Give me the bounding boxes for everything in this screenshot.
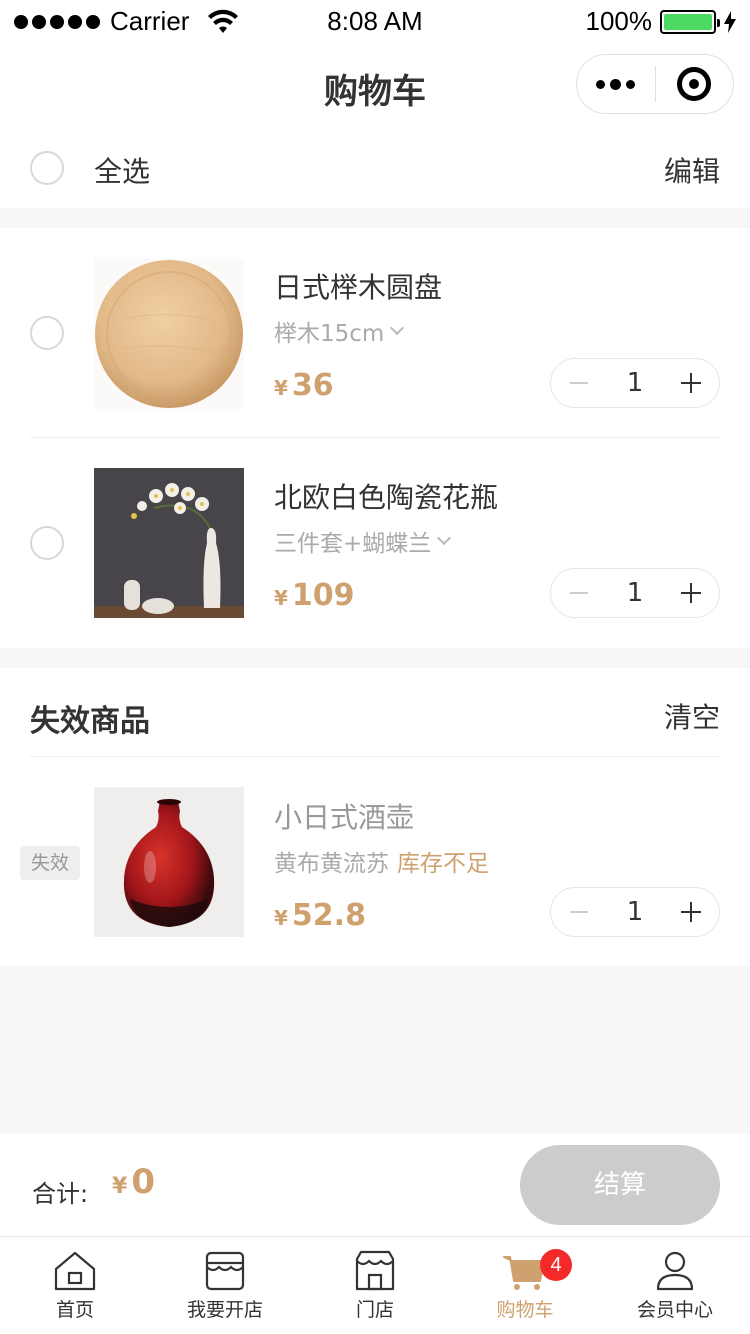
cart-item: 北欧白色陶瓷花瓶 三件套+蝴蝶兰 ¥109 1: [0, 438, 750, 648]
checkout-button[interactable]: 结算: [520, 1145, 720, 1225]
decrease-button[interactable]: [551, 359, 607, 407]
section-divider: [30, 756, 720, 757]
product-spec-selector[interactable]: 榉木15cm: [274, 314, 405, 348]
product-price: ¥36: [274, 368, 334, 403]
currency-symbol: ¥: [274, 906, 288, 930]
tab-home[interactable]: 首页: [0, 1237, 150, 1334]
status-bar: Carrier 8:08 AM 100%: [0, 0, 750, 44]
item-checkbox[interactable]: [30, 526, 64, 560]
price-value: 109: [291, 578, 355, 613]
checkout-bar: 合计: ¥0 结算: [0, 1134, 750, 1236]
quantity-stepper: 1: [550, 887, 720, 937]
item-checkbox[interactable]: [30, 316, 64, 350]
quantity-value[interactable]: 1: [607, 368, 663, 398]
total-amount: 0: [131, 1162, 155, 1202]
invalid-section-title: 失效商品: [30, 704, 150, 739]
tab-cart[interactable]: 4 购物车: [450, 1237, 600, 1334]
cart-count-badge: 4: [540, 1249, 572, 1281]
product-image-sake-jar[interactable]: [94, 787, 244, 937]
battery-icon: [660, 9, 720, 34]
quantity-stepper: 1: [550, 568, 720, 618]
select-all-bar: 全选 编辑: [0, 128, 750, 208]
product-spec: 三件套+蝴蝶兰: [274, 531, 432, 557]
tab-label: 门店: [355, 1299, 394, 1321]
quantity-value[interactable]: 1: [607, 578, 663, 608]
chevron-down-icon: [437, 530, 452, 546]
edit-button[interactable]: 编辑: [664, 150, 720, 190]
price-value: 36: [291, 368, 334, 403]
product-name[interactable]: 日式榉木圆盘: [274, 266, 442, 306]
increase-button[interactable]: [663, 569, 719, 617]
product-spec: 黄布黄流苏: [274, 851, 389, 877]
total-label: 合计:: [32, 1180, 89, 1208]
product-image-wooden-plate[interactable]: [94, 259, 244, 409]
tab-member[interactable]: 会员中心: [600, 1237, 750, 1334]
tab-bar: 首页 我要开店 门店 4 购物车 会员中心: [0, 1236, 750, 1334]
charging-bolt-icon: [724, 10, 736, 33]
close-mini-program-icon[interactable]: [656, 55, 734, 113]
quantity-value[interactable]: 1: [607, 897, 663, 927]
clear-invalid-button[interactable]: 清空: [664, 696, 720, 736]
product-spec: 榉木15cm: [274, 321, 385, 347]
product-name[interactable]: 小日式酒壶: [274, 796, 414, 836]
product-price: ¥52.8: [274, 898, 366, 933]
nav-bar: 购物车: [0, 44, 750, 128]
tab-store[interactable]: 门店: [300, 1237, 450, 1334]
select-all-label[interactable]: 全选: [94, 150, 150, 190]
tab-open-shop[interactable]: 我要开店: [150, 1237, 300, 1334]
currency-symbol: ¥: [274, 376, 288, 400]
product-price: ¥109: [274, 578, 355, 613]
decrease-button[interactable]: [551, 888, 607, 936]
cart-list: 日式榉木圆盘 榉木15cm ¥36 1 北欧白色陶瓷花瓶 三件套+蝴蝶兰 ¥ 1…: [0, 228, 750, 648]
product-spec-selector[interactable]: 三件套+蝴蝶兰: [274, 524, 452, 558]
product-name[interactable]: 北欧白色陶瓷花瓶: [274, 476, 498, 516]
home-icon: [54, 1251, 96, 1291]
tab-label: 会员中心: [636, 1299, 713, 1321]
invalid-badge: 失效: [20, 846, 80, 880]
more-options-icon[interactable]: [577, 55, 655, 113]
quantity-stepper: 1: [550, 358, 720, 408]
tab-label: 首页: [55, 1299, 94, 1321]
increase-button[interactable]: [663, 888, 719, 936]
open-shop-icon: [205, 1251, 245, 1291]
tab-label: 购物车: [496, 1299, 554, 1321]
stock-warning: 库存不足: [397, 851, 489, 877]
decrease-button[interactable]: [551, 569, 607, 617]
product-spec-line: 黄布黄流苏 库存不足: [274, 844, 489, 878]
price-value: 52.8: [291, 898, 366, 933]
battery-percent: 100%: [585, 6, 653, 36]
store-icon: [355, 1250, 395, 1291]
increase-button[interactable]: [663, 359, 719, 407]
mini-program-capsule: [576, 54, 734, 114]
cart-item: 日式榉木圆盘 榉木15cm ¥36 1: [0, 228, 750, 438]
invalid-items-section: 失效商品 清空 失效 小日式酒壶 黄布黄流苏 库存不足 ¥52.8 1: [0, 668, 750, 966]
chevron-down-icon: [390, 320, 405, 336]
currency-symbol: ¥: [274, 586, 288, 610]
product-image-ceramic-vase[interactable]: [94, 468, 244, 618]
currency-symbol: ¥: [112, 1174, 128, 1199]
total-price: ¥0: [112, 1162, 155, 1202]
select-all-checkbox[interactable]: [30, 151, 64, 185]
tab-label: 我要开店: [186, 1299, 263, 1321]
member-icon: [656, 1251, 694, 1291]
